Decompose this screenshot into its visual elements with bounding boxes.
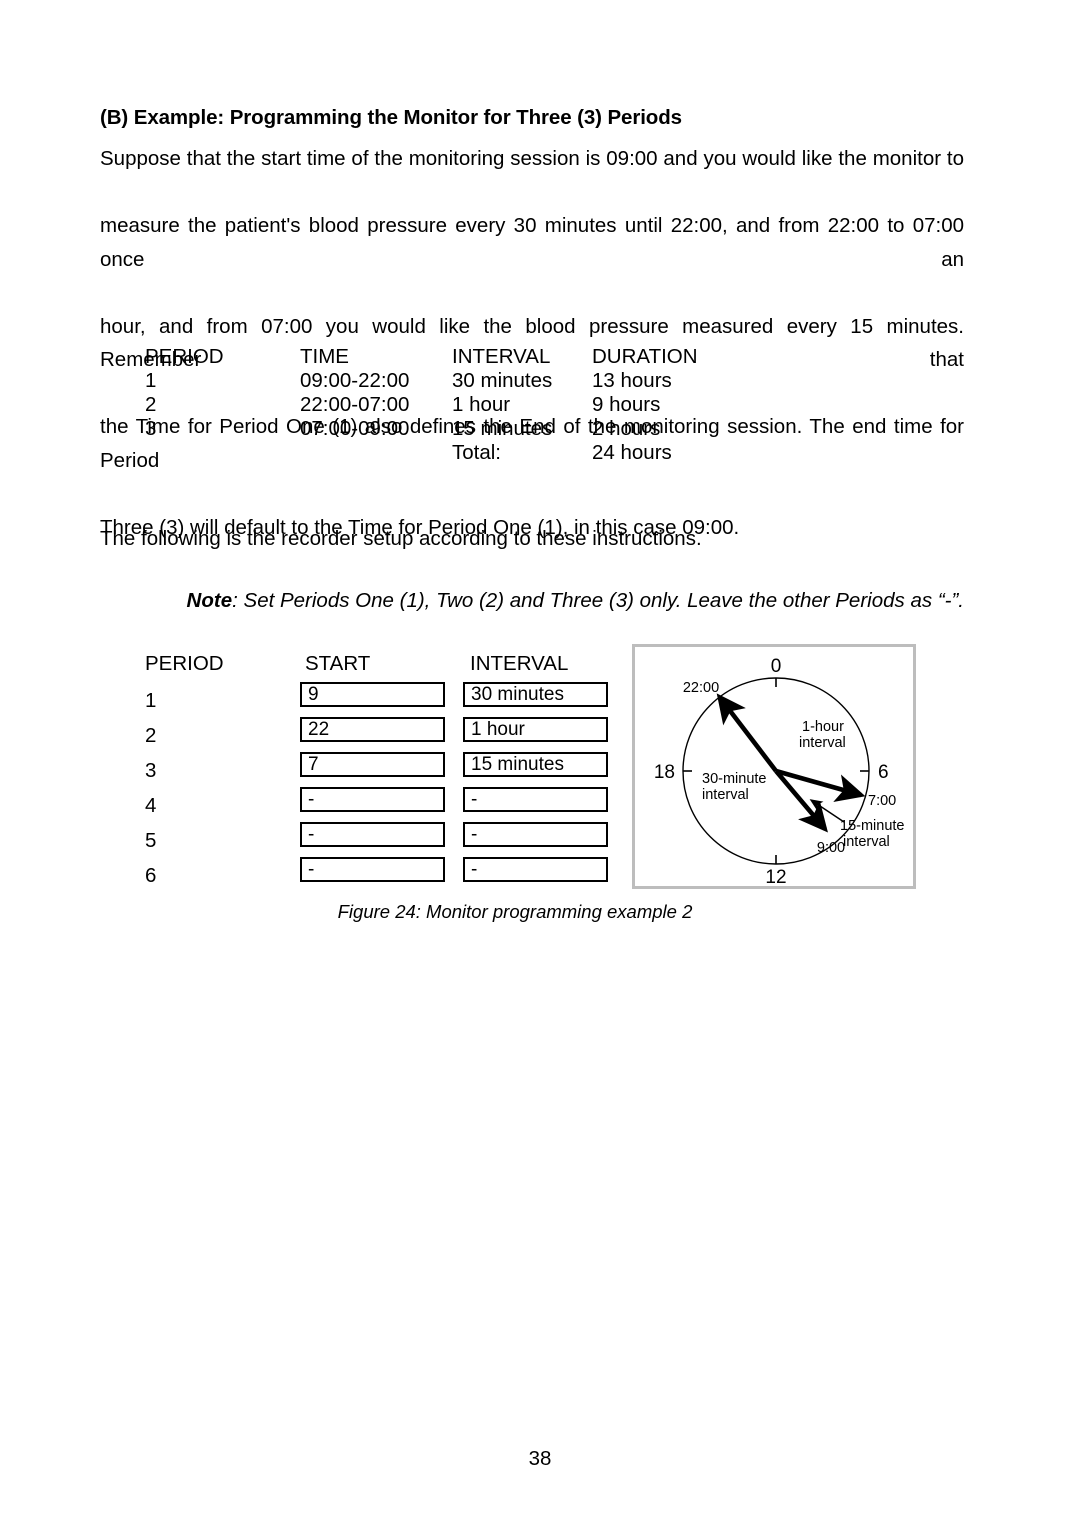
cell-interval: 30 minutes: [452, 369, 553, 392]
clock-label-2200: 22:00: [683, 680, 719, 696]
period-summary-table: PERIOD TIME INTERVAL DURATION 1 09:00-22…: [145, 345, 722, 466]
clock-diagram-frame: 0 6 12 18 22:00 7:00 9:00 1-hour interva…: [632, 644, 916, 889]
form-row-1: 1 9 30 minutes: [145, 682, 615, 717]
annotation-15-minute-line2: interval: [843, 834, 890, 850]
table-header-row: PERIOD TIME INTERVAL DURATION: [145, 345, 722, 370]
interval-field-3[interactable]: 15 minutes: [463, 752, 608, 777]
form-row-2: 2 22 1 hour: [145, 717, 615, 752]
recorder-setup-form: PERIOD START INTERVAL 1 9 30 minutes 2 2…: [145, 652, 615, 892]
form-header-row: PERIOD START INTERVAL: [145, 652, 615, 682]
cell-time: 07:00-09:00: [300, 417, 410, 440]
cell-period: 1: [145, 369, 157, 392]
cell-interval: 15 minutes: [452, 417, 553, 440]
start-field-3[interactable]: 7: [300, 752, 445, 777]
cell-time: 22:00-07:00: [300, 393, 410, 416]
header-period: PERIOD: [145, 345, 224, 368]
interval-field-2[interactable]: 1 hour: [463, 717, 608, 742]
cell-duration: 13 hours: [592, 369, 672, 392]
intro-line-2: measure the patient's blood pressure eve…: [100, 214, 964, 271]
table-row: 3 07:00-09:00 15 minutes 2 hours: [145, 417, 722, 442]
annotation-1-hour-line2: interval: [799, 735, 846, 751]
cell-period: 3: [145, 417, 157, 440]
header-time: TIME: [300, 345, 349, 368]
form-row-5: 5 - -: [145, 822, 615, 857]
annotation-1-hour-line1: 1-hour: [802, 719, 844, 735]
note-text: Set Periods One (1), Two (2) and Three (…: [243, 589, 964, 612]
form-header-start: START: [305, 652, 371, 675]
start-field-1[interactable]: 9: [300, 682, 445, 707]
clock-label-0: 0: [771, 656, 782, 677]
start-field-4[interactable]: -: [300, 787, 445, 812]
figure-caption: Figure 24: Monitor programming example 2: [337, 901, 693, 922]
cell-period-empty: [145, 442, 300, 466]
cell-duration: 2 hours: [592, 417, 661, 440]
start-field-5[interactable]: -: [300, 822, 445, 847]
form-row-3: 3 7 15 minutes: [145, 752, 615, 787]
cell-total-value: 24 hours: [592, 441, 672, 464]
start-field-6[interactable]: -: [300, 857, 445, 882]
cell-time: 09:00-22:00: [300, 369, 410, 392]
form-header-period: PERIOD: [145, 652, 224, 675]
clock-label-12: 12: [765, 867, 786, 886]
table-total-row: Total: 24 hours: [145, 441, 722, 466]
annotation-15-minute-line1: 15-minute: [840, 818, 904, 834]
clock-label-0900: 9:00: [817, 840, 845, 856]
note-line: Note: Set Periods One (1), Two (2) and T…: [100, 589, 964, 613]
intro-line-1: Suppose that the start time of the monit…: [100, 147, 964, 170]
interval-field-6[interactable]: -: [463, 857, 608, 882]
form-period-number: 2: [145, 724, 157, 747]
intro-paragraph: Suppose that the start time of the monit…: [100, 142, 964, 544]
form-header-interval: INTERVAL: [470, 652, 569, 675]
cell-total-label: Total:: [452, 441, 501, 464]
cell-time-empty: [300, 442, 452, 466]
clock-diagram: 0 6 12 18 22:00 7:00 9:00 1-hour interva…: [654, 656, 905, 886]
form-period-number: 3: [145, 759, 157, 782]
form-row-4: 4 - -: [145, 787, 615, 822]
clock-label-0700: 7:00: [868, 793, 896, 809]
form-period-number: 4: [145, 794, 157, 817]
page-number: 38: [528, 1447, 552, 1470]
note-separator: :: [232, 589, 238, 612]
cell-period: 2: [145, 393, 157, 416]
table-row: 2 22:00-07:00 1 hour 9 hours: [145, 393, 722, 418]
interval-field-1[interactable]: 30 minutes: [463, 682, 608, 707]
form-period-number: 6: [145, 864, 157, 887]
page-title: (B) Example: Programming the Monitor for…: [100, 106, 682, 129]
note-label: Note: [186, 589, 233, 612]
form-period-number: 1: [145, 689, 157, 712]
annotation-30-minute-line1: 30-minute: [702, 771, 766, 787]
clock-label-18: 18: [654, 762, 675, 783]
interval-field-5[interactable]: -: [463, 822, 608, 847]
cell-interval: 1 hour: [452, 393, 511, 416]
document-page: (B) Example: Programming the Monitor for…: [0, 0, 1080, 1528]
form-row-6: 6 - -: [145, 857, 615, 892]
cell-duration: 9 hours: [592, 393, 661, 416]
start-field-2[interactable]: 22: [300, 717, 445, 742]
clock-label-6: 6: [878, 762, 889, 783]
header-duration: DURATION: [592, 345, 698, 368]
setup-sentence: The following is the recorder setup acco…: [100, 527, 702, 550]
form-period-number: 5: [145, 829, 157, 852]
header-interval: INTERVAL: [452, 345, 551, 368]
table-row: 1 09:00-22:00 30 minutes 13 hours: [145, 369, 722, 394]
interval-field-4[interactable]: -: [463, 787, 608, 812]
annotation-30-minute-line2: interval: [702, 787, 749, 803]
